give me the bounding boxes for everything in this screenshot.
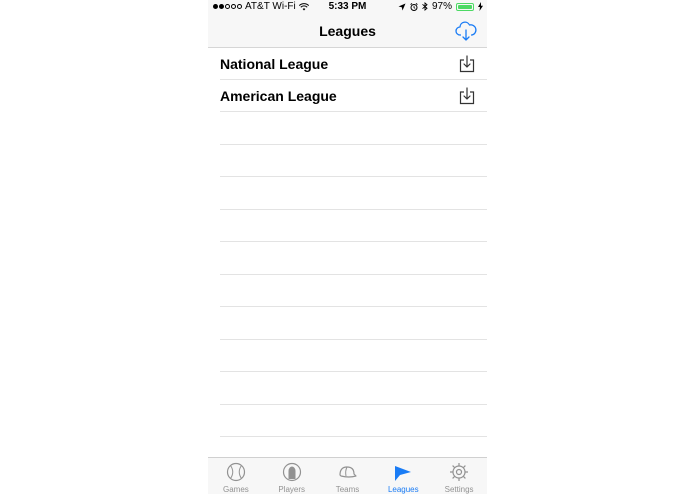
empty-row — [220, 242, 487, 275]
download-icon[interactable] — [459, 87, 475, 105]
download-icon[interactable] — [459, 55, 475, 73]
gear-icon — [450, 463, 469, 481]
tab-settings[interactable]: Settings — [431, 458, 487, 494]
player-icon — [282, 462, 301, 482]
page-title: Leagues — [319, 23, 376, 39]
tab-bar: Games Players Teams Leagues Settings — [208, 457, 487, 494]
league-name: National League — [220, 56, 329, 72]
empty-row — [220, 405, 487, 437]
empty-row — [220, 340, 487, 372]
location-arrow-icon — [398, 3, 406, 10]
empty-row — [220, 145, 487, 177]
tab-label: Teams — [335, 485, 360, 494]
tab-leagues[interactable]: Leagues — [375, 458, 431, 494]
navigation-bar: Leagues — [208, 15, 487, 48]
leagues-list: National League American League — [220, 48, 487, 437]
charging-bolt-icon — [478, 2, 483, 11]
tab-label: Players — [278, 485, 306, 494]
empty-row — [220, 372, 487, 405]
empty-row — [220, 307, 487, 340]
tab-label: Leagues — [387, 485, 419, 494]
tab-players[interactable]: Players — [264, 458, 320, 494]
battery-icon — [456, 2, 474, 11]
status-right: 97% — [398, 1, 483, 12]
battery-level-fill — [458, 4, 472, 9]
tab-games[interactable]: Games — [208, 458, 264, 494]
league-row-american[interactable]: American League — [220, 80, 487, 112]
status-bar: AT&T Wi-Fi 5:33 PM 97% — [208, 0, 487, 15]
empty-row — [220, 210, 487, 242]
league-name: American League — [220, 88, 337, 104]
battery-percent: 97% — [431, 1, 452, 12]
tab-label: Settings — [444, 485, 474, 494]
cap-icon — [339, 466, 358, 478]
alarm-icon — [410, 2, 418, 11]
empty-row — [220, 112, 487, 145]
empty-row — [220, 177, 487, 210]
empty-row — [220, 275, 487, 307]
tab-label: Games — [223, 485, 249, 494]
tab-teams[interactable]: Teams — [320, 458, 376, 494]
leagues-screen: AT&T Wi-Fi 5:33 PM 97% Leagues National … — [208, 0, 487, 494]
bluetooth-icon — [422, 2, 428, 11]
flag-icon — [395, 466, 412, 481]
cloud-download-icon[interactable] — [455, 20, 477, 42]
league-row-national[interactable]: National League — [220, 48, 487, 80]
baseball-icon — [226, 462, 245, 482]
